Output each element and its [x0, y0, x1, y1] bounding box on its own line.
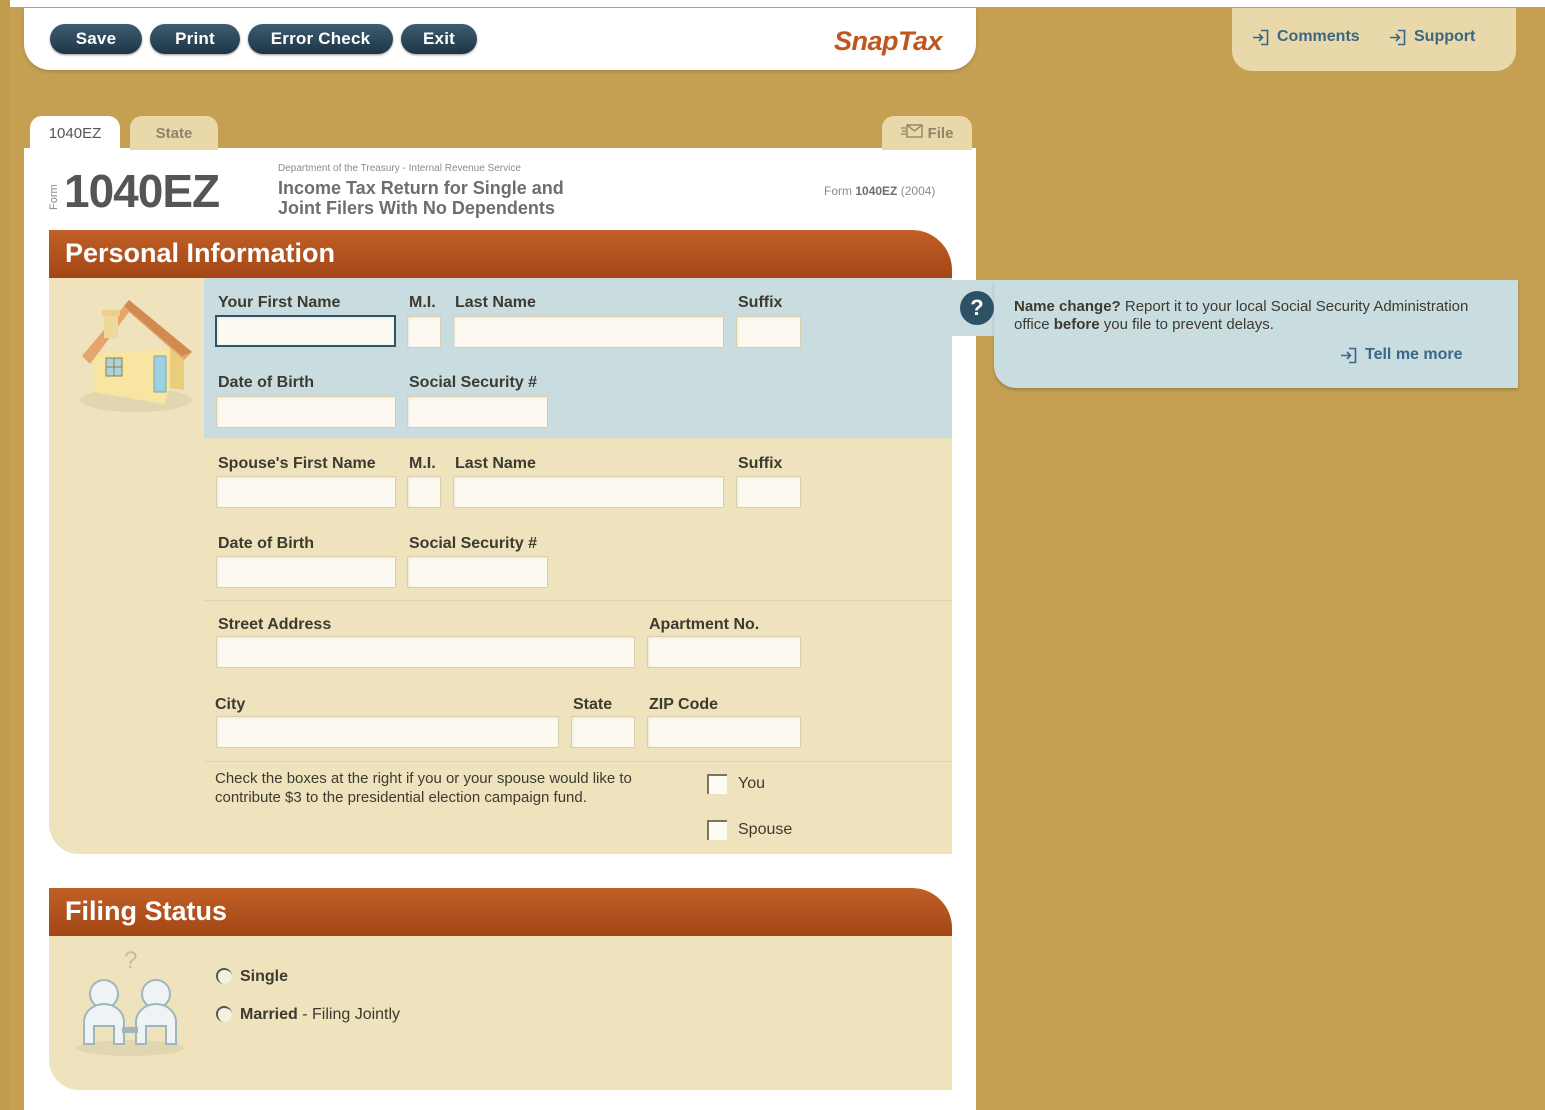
first-name-input[interactable] — [215, 315, 396, 347]
house-icon — [74, 292, 200, 419]
spouse-ssn-label: Social Security # — [409, 535, 538, 552]
apt-label: Apartment No. — [649, 616, 760, 633]
error-check-button[interactable]: Error Check — [248, 24, 393, 54]
envelope-icon — [900, 124, 923, 142]
dob-label: Date of Birth — [218, 374, 314, 391]
spouse-dob-label: Date of Birth — [218, 535, 314, 552]
divider — [204, 761, 952, 762]
state-label: State — [573, 696, 613, 713]
print-button[interactable]: Print — [150, 24, 240, 54]
spouse-suffix-label: Suffix — [738, 455, 783, 472]
dob-input[interactable] — [216, 396, 396, 428]
zip-input[interactable] — [647, 716, 801, 748]
tab-file[interactable]: File — [882, 116, 972, 150]
personal-info-header: Personal Information — [49, 230, 952, 278]
arrow-in-icon — [1252, 29, 1269, 46]
tip-text: Name change? Report it to your local Soc… — [1014, 298, 1469, 333]
arrow-in-icon — [1340, 347, 1357, 364]
tell-me-more-link[interactable]: Tell me more — [1340, 346, 1463, 364]
help-tip — [994, 280, 1518, 388]
filing-status-header: Filing Status — [49, 888, 952, 936]
spouse-ssn-input[interactable] — [407, 556, 548, 588]
ssn-label: Social Security # — [409, 374, 538, 391]
married-label: Married - Filing Jointly — [240, 1006, 401, 1023]
toolbar: Save Print Error Check Exit SnapTax — [24, 8, 976, 70]
spouse-last-name-input[interactable] — [453, 476, 724, 508]
campaign-note: Check the boxes at the right if you or y… — [215, 770, 632, 806]
save-button[interactable]: Save — [50, 24, 142, 54]
spouse-suffix-input[interactable] — [736, 476, 801, 508]
mi-label: M.I. — [409, 294, 436, 311]
couple-icon: ? — [72, 944, 190, 1061]
campaign-you-checkbox[interactable] — [707, 774, 727, 794]
single-label: Single — [240, 968, 289, 985]
svg-text:?: ? — [124, 947, 137, 974]
brand-logo: SnapTax — [834, 26, 943, 56]
help-links-panel: Comments Support — [1232, 8, 1516, 71]
last-name-input[interactable] — [453, 316, 724, 348]
campaign-spouse-checkbox[interactable] — [707, 820, 727, 840]
suffix-input[interactable] — [736, 316, 801, 348]
comments-label: Comments — [1277, 28, 1360, 45]
support-link[interactable]: Support — [1389, 28, 1475, 46]
spouse-mi-label: M.I. — [409, 455, 436, 472]
city-label: City — [215, 696, 246, 713]
tab-state[interactable]: State — [130, 116, 218, 150]
state-input[interactable] — [571, 716, 635, 748]
file-tab-label: File — [927, 124, 954, 142]
campaign-you-label: You — [738, 775, 765, 792]
street-input[interactable] — [216, 636, 635, 668]
first-name-label: Your First Name — [218, 294, 341, 311]
single-radio[interactable] — [216, 968, 232, 984]
tab-1040ez[interactable]: 1040EZ — [30, 116, 120, 150]
left-edge — [0, 0, 10, 1110]
spouse-first-name-input[interactable] — [216, 476, 396, 508]
mi-input[interactable] — [407, 316, 441, 348]
arrow-in-icon — [1389, 29, 1406, 46]
spouse-last-name-label: Last Name — [455, 455, 536, 472]
ssn-input[interactable] — [407, 396, 548, 428]
divider — [204, 600, 952, 601]
spouse-dob-input[interactable] — [216, 556, 396, 588]
suffix-label: Suffix — [738, 294, 783, 311]
apt-input[interactable] — [647, 636, 801, 668]
form-number: 1040EZ — [64, 165, 220, 217]
married-radio[interactable] — [216, 1006, 232, 1022]
top-strip — [0, 0, 1545, 7]
form-title: Income Tax Return for Single and Joint F… — [278, 178, 564, 218]
question-icon: ? — [960, 291, 994, 325]
support-label: Support — [1414, 28, 1476, 45]
last-name-label: Last Name — [455, 294, 536, 311]
comments-link[interactable]: Comments — [1252, 28, 1360, 46]
form-word: Form — [48, 184, 60, 210]
street-label: Street Address — [218, 616, 332, 633]
zip-label: ZIP Code — [649, 696, 719, 713]
form-department: Department of the Treasury - Internal Re… — [278, 163, 521, 174]
form-year: Form 1040EZ (2004) — [824, 184, 936, 198]
campaign-spouse-label: Spouse — [738, 821, 793, 838]
city-input[interactable] — [216, 716, 559, 748]
spouse-first-name-label: Spouse's First Name — [218, 455, 376, 472]
tell-me-more-label: Tell me more — [1365, 346, 1463, 363]
exit-button[interactable]: Exit — [401, 24, 477, 54]
spouse-mi-input[interactable] — [407, 476, 441, 508]
